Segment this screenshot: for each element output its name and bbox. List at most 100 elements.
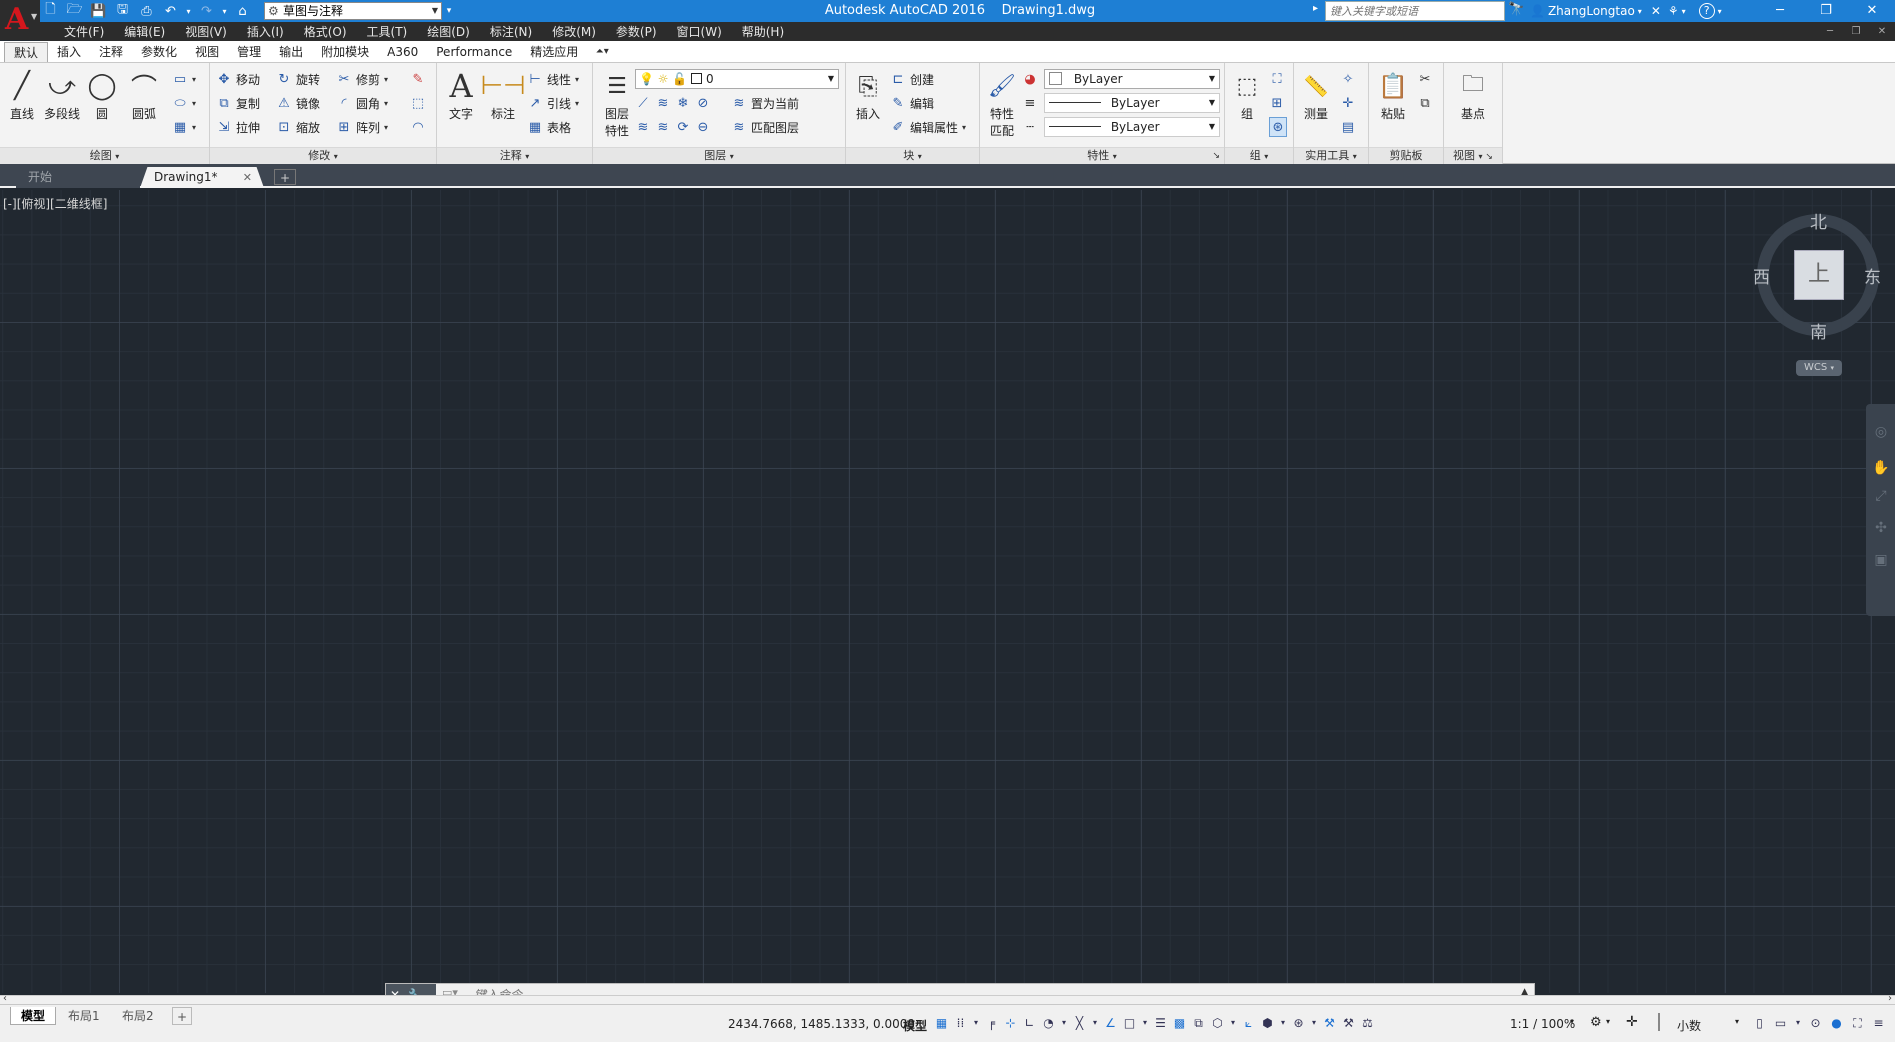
layer-thaw-icon[interactable]: ⟳ (675, 119, 691, 135)
calculator-button[interactable]: ▤ (1340, 117, 1356, 137)
customization-icon[interactable]: ≡ (1871, 1014, 1886, 1032)
layer-properties-button[interactable]: ☰ 图层 特性 (597, 66, 637, 140)
compass-west[interactable]: 西 (1753, 263, 1770, 288)
doc-close-icon[interactable]: ✕ (1869, 22, 1895, 41)
object-snap-icon[interactable]: □ (1122, 1014, 1137, 1032)
isolate-objects-icon[interactable]: ⊙ (1808, 1014, 1823, 1032)
layout-tab-2[interactable]: 布局2 (112, 1007, 164, 1025)
tab-a360[interactable]: A360 (378, 42, 427, 62)
chevron-down-icon[interactable]: ▾ (1091, 1014, 1099, 1032)
save-icon[interactable]: 💾 (88, 2, 109, 20)
tab-insert[interactable]: 插入 (48, 42, 90, 62)
fillet-button[interactable]: ◜ 圆角 ▾ (336, 93, 388, 113)
create-block-button[interactable]: ⊏ 创建 (890, 69, 934, 89)
menu-view[interactable]: 视图(V) (175, 23, 237, 40)
explode-button[interactable]: ⬚ (410, 93, 426, 113)
menu-edit[interactable]: 编辑(E) (114, 23, 175, 40)
chevron-down-icon[interactable]: ▾ (1735, 1017, 1739, 1026)
dialog-launcher-icon[interactable]: ↘ (1212, 148, 1220, 164)
scroll-right-icon[interactable]: › (1888, 993, 1892, 1004)
tab-start[interactable]: 开始 (16, 167, 140, 188)
panel-title-clipboard[interactable]: 剪贴板 (1369, 147, 1443, 164)
workspace-select[interactable]: ⚙ 草图与注释 ▼ (264, 2, 442, 20)
close-icon[interactable]: ✕ (243, 167, 252, 188)
tab-parametric[interactable]: 参数化 (132, 42, 186, 62)
chevron-down-icon[interactable]: ▾ (1279, 1014, 1287, 1032)
leader-button[interactable]: ↗ 引线 ▾ (527, 93, 579, 113)
panel-title-utilities[interactable]: 实用工具 ▾ (1294, 147, 1368, 164)
layout-tab-1[interactable]: 布局1 (58, 1007, 110, 1025)
chevron-down-icon[interactable]: ▾ (1310, 1014, 1318, 1032)
3d-osnap-icon[interactable]: ⬡ (1210, 1014, 1225, 1032)
clean-screen-icon[interactable]: ⛶ (1850, 1014, 1865, 1032)
tab-addins[interactable]: 附加模块 (312, 42, 378, 62)
horizontal-scrollbar[interactable]: ‹ › (0, 993, 1895, 1004)
trim-button[interactable]: ✂ 修剪 ▾ (336, 69, 388, 89)
base-view-button[interactable]: 🗀 基点 (1453, 66, 1493, 140)
units-value[interactable]: 小数 (1677, 1017, 1701, 1034)
pan-icon[interactable]: ✋ (1872, 460, 1890, 478)
layer-unlock-icon[interactable]: ⊖ (695, 119, 711, 135)
tab-home[interactable]: 默认 (4, 42, 49, 62)
print-icon[interactable]: ⎙ (136, 2, 157, 20)
tab-view[interactable]: 视图 (186, 42, 228, 62)
lock-ui-icon[interactable]: ▭ (1773, 1014, 1788, 1032)
annotation-visibility-icon[interactable]: ⚒ (1322, 1014, 1337, 1032)
boundary-button[interactable]: ▦ ▾ (172, 117, 196, 137)
chevron-down-icon[interactable]: ▾ (1638, 7, 1642, 16)
tab-performance[interactable]: Performance (427, 42, 521, 62)
menu-file[interactable]: 文件(F) (54, 23, 114, 40)
binoculars-icon[interactable]: 🔭 (1508, 2, 1524, 17)
offset-button[interactable]: ◠ (410, 117, 426, 137)
doc-restore-icon[interactable]: ❐ (1843, 22, 1869, 41)
menu-parametric[interactable]: 参数(P) (606, 23, 667, 40)
hardware-acceleration-icon[interactable]: ● (1829, 1014, 1844, 1032)
layout-tab-model[interactable]: 模型 (10, 1007, 57, 1025)
circle-button[interactable]: ◯ 圆 (82, 66, 122, 140)
panel-title-properties[interactable]: 特性 ▾ ↘ (980, 147, 1224, 164)
chevron-down-icon[interactable]: ▾ (1141, 1014, 1149, 1032)
chevron-down-icon[interactable]: ▾ (1060, 1014, 1068, 1032)
help-icon[interactable]: ? (1698, 3, 1715, 19)
copy-clip-button[interactable]: ⧉ (1417, 93, 1433, 113)
mirror-button[interactable]: ⚠ 镜像 (276, 93, 320, 113)
new-tab-button[interactable]: + (274, 169, 296, 185)
panel-title-draw[interactable]: 绘图 ▾ (0, 147, 209, 164)
ungroup-button[interactable]: ⛶ (1269, 69, 1285, 89)
dynamic-input-icon[interactable]: ⊹ (1003, 1014, 1018, 1032)
chevron-down-icon[interactable]: ▾ (1794, 1014, 1802, 1032)
rotate-button[interactable]: ↻ 旋转 (276, 69, 320, 89)
array-button[interactable]: ⊞ 阵列 ▾ (336, 117, 388, 137)
line-button[interactable]: ╱ 直线 (2, 66, 42, 140)
search-input[interactable] (1325, 1, 1505, 21)
chevron-down-icon[interactable]: ▾ (1718, 7, 1722, 16)
linetype-dropdown[interactable]: ByLayer ▼ (1044, 93, 1220, 113)
edit-block-button[interactable]: ✎ 编辑 (890, 93, 934, 113)
grid-icon[interactable]: ▦ (934, 1014, 949, 1032)
chevron-down-icon[interactable]: ▾ (1682, 7, 1686, 16)
workspace-switch-icon[interactable]: ⚙ (1590, 1015, 1602, 1030)
orbit-icon[interactable]: ✣ (1872, 520, 1890, 538)
menu-help[interactable]: 帮助(H) (732, 23, 794, 40)
dimension-button[interactable]: ⊢⊣ 标注 (480, 66, 525, 140)
group-button[interactable]: ⬚ 组 (1227, 66, 1267, 140)
auto-scale-icon[interactable]: ⚒ (1341, 1014, 1356, 1032)
plot-icon[interactable]: ⌂ (232, 2, 253, 20)
text-button[interactable]: A 文字 (441, 66, 481, 140)
customize-qat-icon[interactable]: ▾ (443, 2, 455, 20)
menu-tools[interactable]: 工具(T) (357, 23, 418, 40)
new-icon[interactable]: 🗋 (40, 2, 61, 20)
layer-lock-icon[interactable]: ⊘ (695, 95, 711, 111)
infer-constraints-icon[interactable]: ╒ (984, 1014, 999, 1032)
selection-filter-icon[interactable]: ⬢ (1260, 1014, 1275, 1032)
cursor-coordinates[interactable]: 2434.7668, 1485.1333, 0.0000 (728, 1017, 915, 1031)
ortho-icon[interactable]: ∟ (1022, 1014, 1037, 1032)
hatch-button[interactable]: ⬭ ▾ (172, 93, 196, 113)
match-properties-button[interactable]: 🖌 特性 匹配 (982, 66, 1022, 140)
layer-off-icon[interactable]: ⟋ (635, 95, 651, 111)
polar-tracking-icon[interactable]: ◔ (1041, 1014, 1056, 1032)
insert-block-button[interactable]: ⎘ 插入 (848, 66, 888, 140)
menu-modify[interactable]: 修改(M) (542, 23, 606, 40)
chevron-down-icon[interactable]: ▾ (1570, 1017, 1574, 1026)
undo-icon[interactable]: ↶ (160, 2, 181, 20)
